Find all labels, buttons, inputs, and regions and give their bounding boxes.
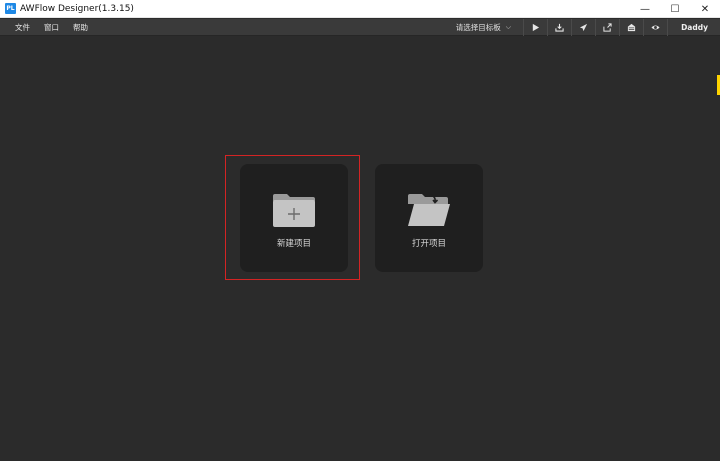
title-bar: PL AWFlow Designer(1.3.15) — ☐ ✕ bbox=[0, 0, 720, 18]
new-folder-icon bbox=[273, 194, 315, 227]
menu-window[interactable]: 窗口 bbox=[44, 22, 59, 33]
open-project-card[interactable]: 打开项目 bbox=[375, 164, 483, 272]
close-button[interactable]: ✕ bbox=[690, 0, 720, 18]
workspace bbox=[0, 37, 720, 461]
new-project-card[interactable]: 新建项目 bbox=[240, 164, 348, 272]
export-button[interactable] bbox=[595, 19, 619, 36]
toolbar: 请选择目标板 ⌵ Daddy bbox=[456, 19, 720, 36]
user-name[interactable]: Daddy bbox=[667, 19, 720, 36]
new-project-label: 新建项目 bbox=[276, 239, 311, 249]
app-logo-icon: PL bbox=[5, 3, 16, 14]
maximize-button[interactable]: ☐ bbox=[660, 0, 690, 18]
menu-file[interactable]: 文件 bbox=[15, 22, 30, 33]
eye-icon bbox=[651, 25, 660, 30]
home-icon bbox=[627, 23, 636, 32]
run-button[interactable] bbox=[523, 19, 547, 36]
board-select-dropdown[interactable]: 请选择目标板 ⌵ bbox=[456, 22, 511, 33]
menu-bar: 文件 窗口 帮助 请选择目标板 ⌵ Daddy bbox=[0, 19, 720, 36]
preview-button[interactable] bbox=[643, 19, 667, 36]
minimize-icon: — bbox=[640, 3, 650, 15]
window-controls: — ☐ ✕ bbox=[630, 0, 720, 18]
menu-help[interactable]: 帮助 bbox=[73, 22, 88, 33]
board-select-label: 请选择目标板 bbox=[455, 23, 501, 32]
send-icon bbox=[579, 23, 588, 32]
send-button[interactable] bbox=[571, 19, 595, 36]
open-project-label: 打开项目 bbox=[411, 239, 446, 249]
download-button[interactable] bbox=[547, 19, 571, 36]
export-icon bbox=[603, 23, 612, 32]
play-icon bbox=[532, 23, 540, 32]
minimize-button[interactable]: — bbox=[630, 0, 660, 18]
maximize-icon: ☐ bbox=[670, 3, 680, 15]
open-folder-icon bbox=[408, 194, 450, 226]
home-button[interactable] bbox=[619, 19, 643, 36]
chevron-down-icon: ⌵ bbox=[505, 23, 512, 31]
download-icon bbox=[555, 23, 564, 32]
close-icon: ✕ bbox=[700, 3, 710, 15]
window-title: AWFlow Designer(1.3.15) bbox=[20, 3, 134, 14]
